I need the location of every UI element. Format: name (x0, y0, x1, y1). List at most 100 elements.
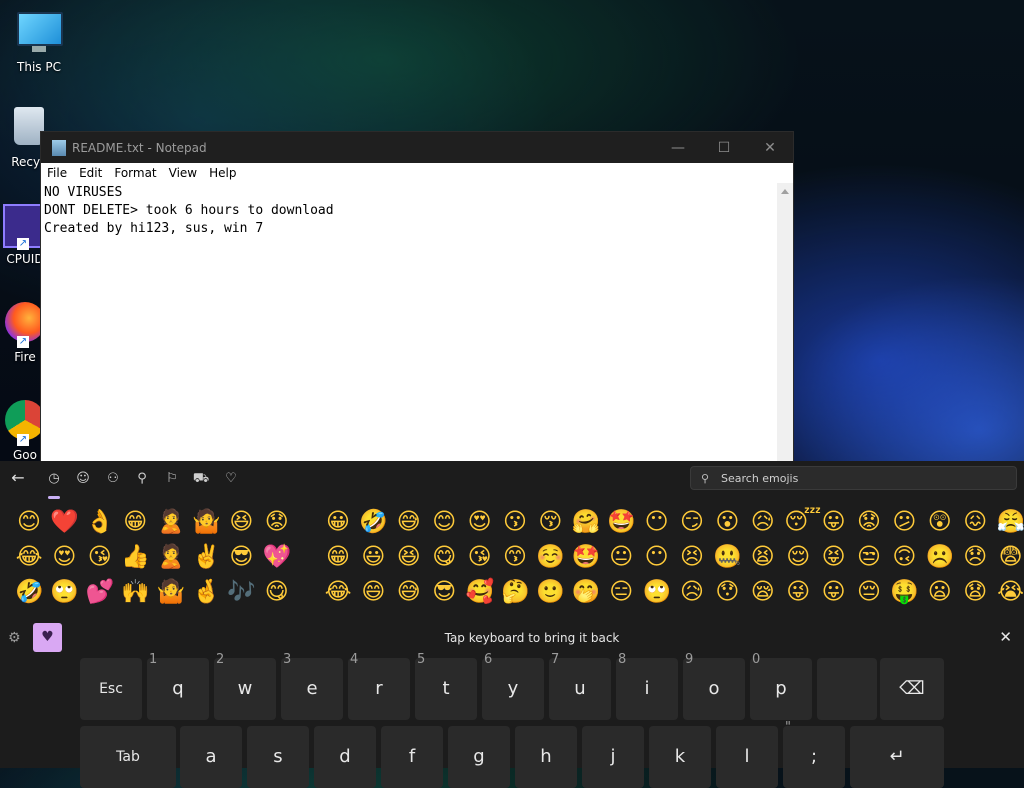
key-s[interactable]: s (247, 726, 309, 788)
desktop-icon-this-pc[interactable]: This PC (0, 10, 78, 74)
smiley-emoji[interactable]: 😅 (395, 578, 423, 606)
smiley-emoji[interactable]: 😣 (678, 543, 706, 571)
recent-emoji[interactable]: 😎 (227, 543, 255, 571)
key-d[interactable]: d (314, 726, 376, 788)
smiley-emoji[interactable]: 😤 (997, 508, 1024, 536)
car-icon[interactable]: ⛟ (191, 469, 211, 489)
key-a[interactable]: a (180, 726, 242, 788)
recent-emoji[interactable]: 😍 (50, 543, 78, 571)
key-h[interactable]: h (515, 726, 577, 788)
back-arrow-icon[interactable]: ← (8, 468, 28, 488)
recent-emoji[interactable]: 💖 (263, 543, 292, 571)
key-;[interactable]: ; " (783, 720, 845, 788)
smiley-emoji[interactable]: ☹️ (926, 543, 955, 571)
recent-emoji[interactable]: 😂 (15, 543, 43, 571)
recent-emoji[interactable]: 😆 (227, 508, 255, 536)
smiley-emoji[interactable]: 😥 (678, 578, 706, 606)
smiley-emoji[interactable]: 😛 (820, 508, 848, 536)
smiley-emoji[interactable]: 😍 (466, 508, 494, 536)
recent-emoji[interactable]: 👍 (121, 543, 150, 571)
smiley-emoji[interactable]: 🤔 (501, 578, 530, 606)
key-e[interactable]: e3 (281, 652, 343, 720)
smiley-emoji[interactable]: 😦 (926, 578, 954, 606)
smiley-emoji[interactable]: 😕 (890, 508, 918, 536)
menu-help[interactable]: Help (203, 166, 242, 180)
recent-emoji[interactable]: 😋 (263, 578, 291, 606)
smiley-emoji[interactable]: 😖 (961, 508, 989, 536)
menu-edit[interactable]: Edit (73, 166, 108, 180)
key-blank[interactable] (817, 658, 877, 720)
close-icon[interactable]: ✕ (999, 628, 1012, 646)
recent-emoji[interactable]: 💕 (86, 578, 115, 606)
recent-emoji[interactable]: 🤷 (157, 578, 186, 606)
smiley-emoji[interactable]: 😑 (607, 578, 635, 606)
smiley-emoji[interactable]: 😨 (997, 543, 1024, 571)
smiley-emoji[interactable]: 😲 (926, 508, 954, 536)
menu-view[interactable]: View (163, 166, 203, 180)
smiley-emoji[interactable]: 😆 (395, 543, 423, 571)
menu-format[interactable]: Format (108, 166, 162, 180)
smiley-emoji[interactable]: 🤩 (607, 508, 636, 536)
smiley-emoji[interactable]: 😫 (749, 543, 777, 571)
smiley-emoji[interactable]: 😐 (607, 543, 635, 571)
key-k[interactable]: k (649, 726, 711, 788)
smiley-emoji[interactable]: 😃 (359, 543, 387, 571)
smiley-emoji[interactable]: 😋 (430, 543, 458, 571)
smiley-emoji[interactable]: 😄 (359, 578, 387, 606)
recent-emoji[interactable]: ❤️ (50, 508, 79, 536)
smiley-emoji[interactable]: 🤭 (572, 578, 601, 606)
smiley-emoji[interactable]: 😂 (324, 578, 352, 606)
smiley-emoji[interactable]: 😝 (820, 543, 848, 571)
smiley-emoji[interactable]: 😴 (784, 508, 821, 536)
scroll-up-arrow-icon[interactable] (781, 189, 789, 194)
search-emojis-input[interactable]: ⚲ Search emojis (690, 466, 1017, 490)
smiley-emoji[interactable]: 🥰 (466, 578, 495, 606)
key-u[interactable]: u7 (549, 652, 611, 720)
smiley-emoji[interactable]: 😚 (536, 508, 564, 536)
smiley-emoji[interactable]: 😎 (430, 578, 458, 606)
recent-emoji[interactable]: 🙎 (157, 508, 186, 536)
smiley-emoji[interactable]: 😜 (784, 578, 812, 606)
smiley-emoji[interactable]: 😏 (678, 508, 706, 536)
key-g[interactable]: g (448, 726, 510, 788)
recent-emoji[interactable]: 👌 (86, 508, 115, 536)
text-editor[interactable]: NO VIRUSES DONT DELETE> took 6 hours to d… (41, 183, 777, 462)
key-f[interactable]: f (381, 726, 443, 788)
recent-emoji[interactable]: ✌️ (192, 543, 221, 571)
clock-icon[interactable]: ◷ (44, 469, 64, 499)
key-y[interactable]: y6 (482, 652, 544, 720)
maximize-button[interactable]: ☐ (701, 140, 747, 156)
smiley-emoji[interactable]: 😁 (324, 543, 352, 571)
vertical-scrollbar[interactable] (777, 183, 793, 462)
smiley-emoji[interactable]: 🤩 (572, 543, 601, 571)
recent-emoji[interactable]: 😘 (86, 543, 114, 571)
recent-emoji[interactable]: 🙎 (157, 543, 186, 571)
key-r[interactable]: r4 (348, 652, 410, 720)
smiley-emoji[interactable]: 😪 (749, 578, 777, 606)
smiley-emoji[interactable]: 😙 (501, 543, 529, 571)
key-q[interactable]: q1 (147, 652, 209, 720)
smiley-emoji[interactable]: 😞 (961, 543, 989, 571)
smiley-emoji[interactable]: 🤑 (890, 578, 919, 606)
food-icon[interactable]: ⚲ (132, 469, 152, 489)
smiley-emoji[interactable]: 😭 (997, 578, 1024, 606)
smiley-emoji[interactable]: 🤣 (359, 508, 388, 536)
close-button[interactable]: ✕ (747, 140, 793, 156)
minimize-button[interactable]: — (655, 140, 701, 156)
smiley-icon[interactable]: ☺ (73, 469, 93, 489)
recent-emoji[interactable]: 🎶 (227, 578, 256, 606)
smiley-emoji[interactable]: 🤗 (572, 508, 601, 536)
smiley-emoji[interactable]: 😒 (855, 543, 883, 571)
key-p[interactable]: p0 (750, 652, 812, 720)
smiley-emoji[interactable]: 😧 (961, 578, 989, 606)
smiley-emoji[interactable]: 😔 (855, 578, 883, 606)
notepad-title-bar[interactable]: README.txt - Notepad — ☐ ✕ (41, 132, 793, 163)
heart-icon[interactable]: ♡ (221, 469, 241, 489)
smiley-emoji[interactable]: 😀 (324, 508, 352, 536)
menu-file[interactable]: File (41, 166, 73, 180)
smiley-emoji[interactable]: 😥 (749, 508, 777, 536)
smiley-emoji[interactable]: 😟 (855, 508, 883, 536)
smiley-emoji[interactable]: 😶 (643, 508, 671, 536)
key-l[interactable]: l (716, 726, 778, 788)
smiley-emoji[interactable]: 😮 (713, 508, 741, 536)
